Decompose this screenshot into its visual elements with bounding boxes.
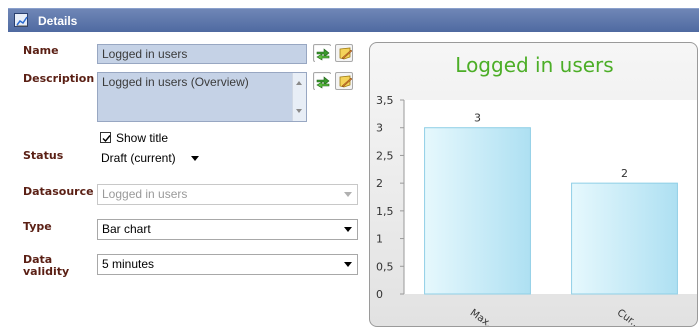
type-value: Bar chart [102,222,151,236]
y-tick-label: 0,5 [376,260,394,273]
y-tick-label: 2,5 [376,149,394,162]
translate-name-button[interactable] [313,44,331,62]
translate-arrows-icon [315,74,331,90]
status-label: Status [23,149,64,162]
validity-label-line2: validity [23,265,70,278]
description-value: Logged in users (Overview) [102,75,249,89]
x-tick-label: Cur... [615,307,643,327]
bar-data-label: 3 [474,112,481,125]
y-tick-label: 0 [376,288,383,301]
y-tick-label: 1,5 [376,205,394,218]
show-title-row[interactable]: Show title [100,132,220,146]
y-tick-label: 3,5 [376,94,394,107]
name-value: Logged in users [102,47,188,61]
description-field[interactable]: Logged in users (Overview) [97,72,307,122]
edit-description-button[interactable] [335,72,353,90]
chevron-down-icon[interactable] [344,262,352,267]
status-value: Draft (current) [101,151,176,165]
status-select[interactable]: Draft (current) [101,151,199,167]
chart-panel: Logged in users 0 0,5 1 1,5 2 2,5 3 3,5 32 Max.… [369,42,698,327]
translate-arrows-icon [315,46,331,62]
top-strip [0,0,699,6]
name-label: Name [23,44,59,57]
chart-icon [14,13,28,27]
scroll-up-icon[interactable] [296,81,302,85]
validity-select[interactable]: 5 minutes [97,254,358,275]
y-tick-label: 1 [376,233,383,246]
header-title: Details [38,14,78,28]
chevron-down-icon[interactable] [344,192,352,197]
details-header: Details [8,8,699,32]
validity-value: 5 minutes [102,257,155,271]
datasource-select[interactable]: Logged in users [97,184,358,205]
name-field[interactable]: Logged in users [97,44,307,64]
show-title-checkbox[interactable] [100,132,111,143]
description-label: Description [23,72,95,85]
show-title-label: Show title [116,131,169,145]
chevron-down-icon[interactable] [344,227,352,232]
edit-note-icon [339,75,353,88]
type-select[interactable]: Bar chart [97,219,358,240]
edit-name-button[interactable] [335,44,353,62]
details-panel: Name Logged in users Description Logged … [8,32,699,332]
translate-description-button[interactable] [313,72,331,90]
x-tick-label: Max... [468,307,499,327]
type-label: Type [23,220,52,233]
bar-data-label: 2 [621,167,628,180]
y-tick-label: 2 [376,177,383,190]
scroll-down-icon[interactable] [296,109,302,113]
bar-chart: 0 0,5 1 1,5 2 2,5 3 3,5 3 2 Max... Cur... [376,94,697,327]
description-scrollbar[interactable] [292,73,306,121]
bar [571,182,678,295]
datasource-label: Datasource [23,185,94,198]
chevron-down-icon[interactable] [191,156,199,161]
edit-note-icon [339,47,353,60]
bar [424,127,531,295]
datasource-value: Logged in users [102,187,188,201]
y-tick-label: 3 [376,122,383,135]
checkmark-icon [102,135,111,143]
